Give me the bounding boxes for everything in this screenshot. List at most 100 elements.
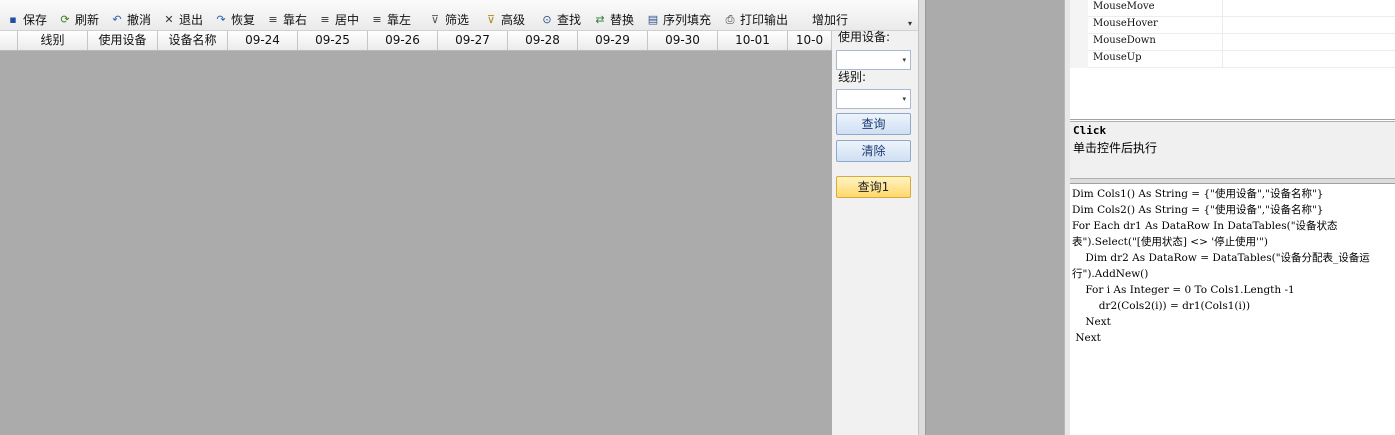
printer-icon: ⎙ bbox=[725, 12, 735, 26]
code-line: Dim Cols2() As String = {"使用设备","设备名称"} bbox=[1072, 204, 1324, 216]
code-line: Dim Cols1() As String = {"使用设备","设备名称"} bbox=[1072, 188, 1324, 200]
event-name: MouseMove bbox=[1093, 1, 1155, 12]
toolbar-button-2[interactable]: ↶ 撤消 bbox=[110, 9, 151, 29]
toolbar-button-label: 查找 bbox=[557, 12, 582, 27]
toolbar-button-label: 靠右 bbox=[283, 12, 308, 27]
row-gutter bbox=[1070, 0, 1088, 17]
column-header[interactable]: 09-24 bbox=[228, 31, 298, 50]
toolbar-button-4[interactable]: ↷ 恢复 bbox=[214, 9, 255, 29]
refresh-icon: ⟳ bbox=[60, 12, 70, 26]
column-header[interactable]: 09-27 bbox=[438, 31, 508, 50]
column-header[interactable]: 09-29 bbox=[578, 31, 648, 50]
column-header[interactable]: 线别 bbox=[18, 31, 88, 50]
column-header[interactable]: 09-30 bbox=[648, 31, 718, 50]
event-name: MouseHover bbox=[1093, 18, 1158, 29]
column-header[interactable]: 09-26 bbox=[368, 31, 438, 50]
column-header[interactable]: 使用设备 bbox=[88, 31, 158, 50]
event-value[interactable] bbox=[1222, 34, 1395, 51]
toolbar-button-8[interactable]: ⊽ 筛选 bbox=[428, 9, 469, 29]
device-combo[interactable]: ▾ bbox=[836, 50, 911, 70]
event-description: Click 单击控件后执行 bbox=[1070, 121, 1395, 179]
toolbar-button-label: 刷新 bbox=[75, 12, 100, 27]
device-label: 使用设备: bbox=[838, 30, 891, 44]
event-row[interactable]: MouseDown bbox=[1070, 34, 1395, 51]
toolbar-button-label: 靠左 bbox=[387, 12, 412, 27]
chevron-down-icon: ▾ bbox=[902, 56, 906, 64]
code-line: dr2(Cols2(i)) = dr1(Cols1(i)) bbox=[1072, 300, 1251, 312]
column-header[interactable]: 10-0 bbox=[788, 31, 832, 50]
advanced-filter-icon: ⊽ bbox=[486, 12, 496, 26]
event-description-text: 单击控件后执行 bbox=[1073, 141, 1158, 155]
event-title: Click bbox=[1073, 124, 1107, 137]
code-line: For Each dr1 As DataRow In DataTables("设… bbox=[1072, 220, 1338, 232]
toolbar-button-label: 高级 bbox=[501, 12, 526, 27]
row-gutter bbox=[1070, 51, 1088, 68]
event-row[interactable]: MouseMove bbox=[1070, 0, 1395, 17]
toolbar-button-1[interactable]: ⟳ 刷新 bbox=[58, 9, 99, 29]
toolbar-button-7[interactable]: ≡ 靠左 bbox=[370, 9, 411, 29]
code-editor[interactable]: Dim Cols1() As String = {"使用设备","设备名称"} D… bbox=[1070, 183, 1395, 435]
row-header-corner[interactable] bbox=[0, 31, 18, 50]
toolbar-button-14[interactable]: 增加行 bbox=[812, 9, 848, 29]
toolbar-button-11[interactable]: ⇄ 替换 bbox=[593, 9, 634, 29]
grid-header: 线别 使用设备 设备名称 09-24 09-25 09-26 09-27 09-28 09-29… bbox=[0, 31, 832, 51]
code-line: 表").Select("[使用状态] <> '停止使用'") bbox=[1072, 236, 1268, 248]
toolbar-button-12[interactable]: ▤ 序列填充 bbox=[646, 9, 711, 29]
undo-icon: ↶ bbox=[112, 12, 122, 26]
designer-canvas bbox=[926, 0, 1064, 435]
clear-button[interactable]: 清除 bbox=[836, 140, 911, 162]
toolbar: ▾ ▪ 保存 ⟳ 刷新 ↶ 撤消 ✕ 退出 ↷ 恢复 ≡ 靠右 ≡ 居中 ≡ 靠左 ⊽ 筛选 ⊽ 高级 ⊙ 查找 ⇄ 替换 ▤ 序… bbox=[0, 0, 918, 31]
redo-icon: ↷ bbox=[216, 12, 226, 26]
splitter[interactable] bbox=[918, 0, 926, 435]
column-header[interactable]: 09-28 bbox=[508, 31, 578, 50]
app-window: ▾ ▪ 保存 ⟳ 刷新 ↶ 撤消 ✕ 退出 ↷ 恢复 ≡ 靠右 ≡ 居中 ≡ 靠左 ⊽ 筛选 ⊽ 高级 ⊙ 查找 ⇄ 替换 ▤ 序… bbox=[0, 0, 1395, 435]
query-button[interactable]: 查询 bbox=[836, 113, 911, 135]
event-name: MouseDown bbox=[1093, 35, 1156, 46]
toolbar-button-10[interactable]: ⊙ 查找 bbox=[540, 9, 581, 29]
column-header[interactable]: 10-01 bbox=[718, 31, 788, 50]
code-line: Next bbox=[1072, 316, 1111, 328]
query1-button[interactable]: 查询1 bbox=[836, 176, 911, 198]
column-header[interactable]: 设备名称 bbox=[158, 31, 228, 50]
toolbar-button-label: 序列填充 bbox=[663, 12, 712, 27]
column-header[interactable]: 09-25 bbox=[298, 31, 368, 50]
fill-series-icon: ▤ bbox=[647, 12, 659, 26]
toolbar-button-label: 撤消 bbox=[127, 12, 152, 27]
toolbar-button-label: 筛选 bbox=[445, 12, 470, 27]
event-value[interactable] bbox=[1222, 0, 1395, 17]
save-icon: ▪ bbox=[9, 12, 17, 26]
line-label: 线别: bbox=[838, 70, 867, 84]
toolbar-button-label: 替换 bbox=[610, 12, 635, 27]
event-value[interactable] bbox=[1222, 51, 1395, 68]
toolbar-button-label: 打印输出 bbox=[740, 12, 789, 27]
toolbar-button-label: 保存 bbox=[23, 12, 48, 27]
code-line: Dim dr2 As DataRow = DataTables("设备分配表_设… bbox=[1072, 252, 1370, 264]
align-left-icon: ≡ bbox=[372, 12, 382, 26]
toolbar-button-label: 增加行 bbox=[812, 12, 849, 27]
align-center-icon: ≡ bbox=[320, 12, 330, 26]
event-name: MouseUp bbox=[1093, 52, 1142, 63]
toolbar-button-0[interactable]: ▪ 保存 bbox=[6, 9, 47, 29]
toolbar-button-6[interactable]: ≡ 居中 bbox=[318, 9, 359, 29]
code-line: Next bbox=[1072, 332, 1101, 344]
event-list: MouseMove MouseHover MouseDown MouseUp bbox=[1070, 0, 1395, 120]
toolbar-overflow-button[interactable]: ▾ bbox=[905, 18, 915, 30]
toolbar-button-9[interactable]: ⊽ 高级 bbox=[484, 9, 525, 29]
close-icon: ✕ bbox=[164, 12, 174, 26]
toolbar-button-5[interactable]: ≡ 靠右 bbox=[266, 9, 307, 29]
event-row[interactable]: MouseUp bbox=[1070, 51, 1395, 68]
toolbar-button-label: 退出 bbox=[179, 12, 204, 27]
event-value[interactable] bbox=[1222, 17, 1395, 34]
replace-icon: ⇄ bbox=[595, 12, 605, 26]
row-gutter bbox=[1070, 34, 1088, 51]
toolbar-button-label: 居中 bbox=[335, 12, 360, 27]
filter-icon: ⊽ bbox=[430, 12, 440, 26]
binoculars-icon: ⊙ bbox=[542, 12, 552, 26]
line-combo[interactable]: ▾ bbox=[836, 89, 911, 109]
grid-body[interactable] bbox=[0, 51, 832, 435]
align-right-icon: ≡ bbox=[268, 12, 278, 26]
toolbar-button-3[interactable]: ✕ 退出 bbox=[162, 9, 203, 29]
code-line: 行").AddNew() bbox=[1072, 268, 1149, 280]
event-row[interactable]: MouseHover bbox=[1070, 17, 1395, 34]
toolbar-button-13[interactable]: ⎙ 打印输出 bbox=[723, 9, 788, 29]
